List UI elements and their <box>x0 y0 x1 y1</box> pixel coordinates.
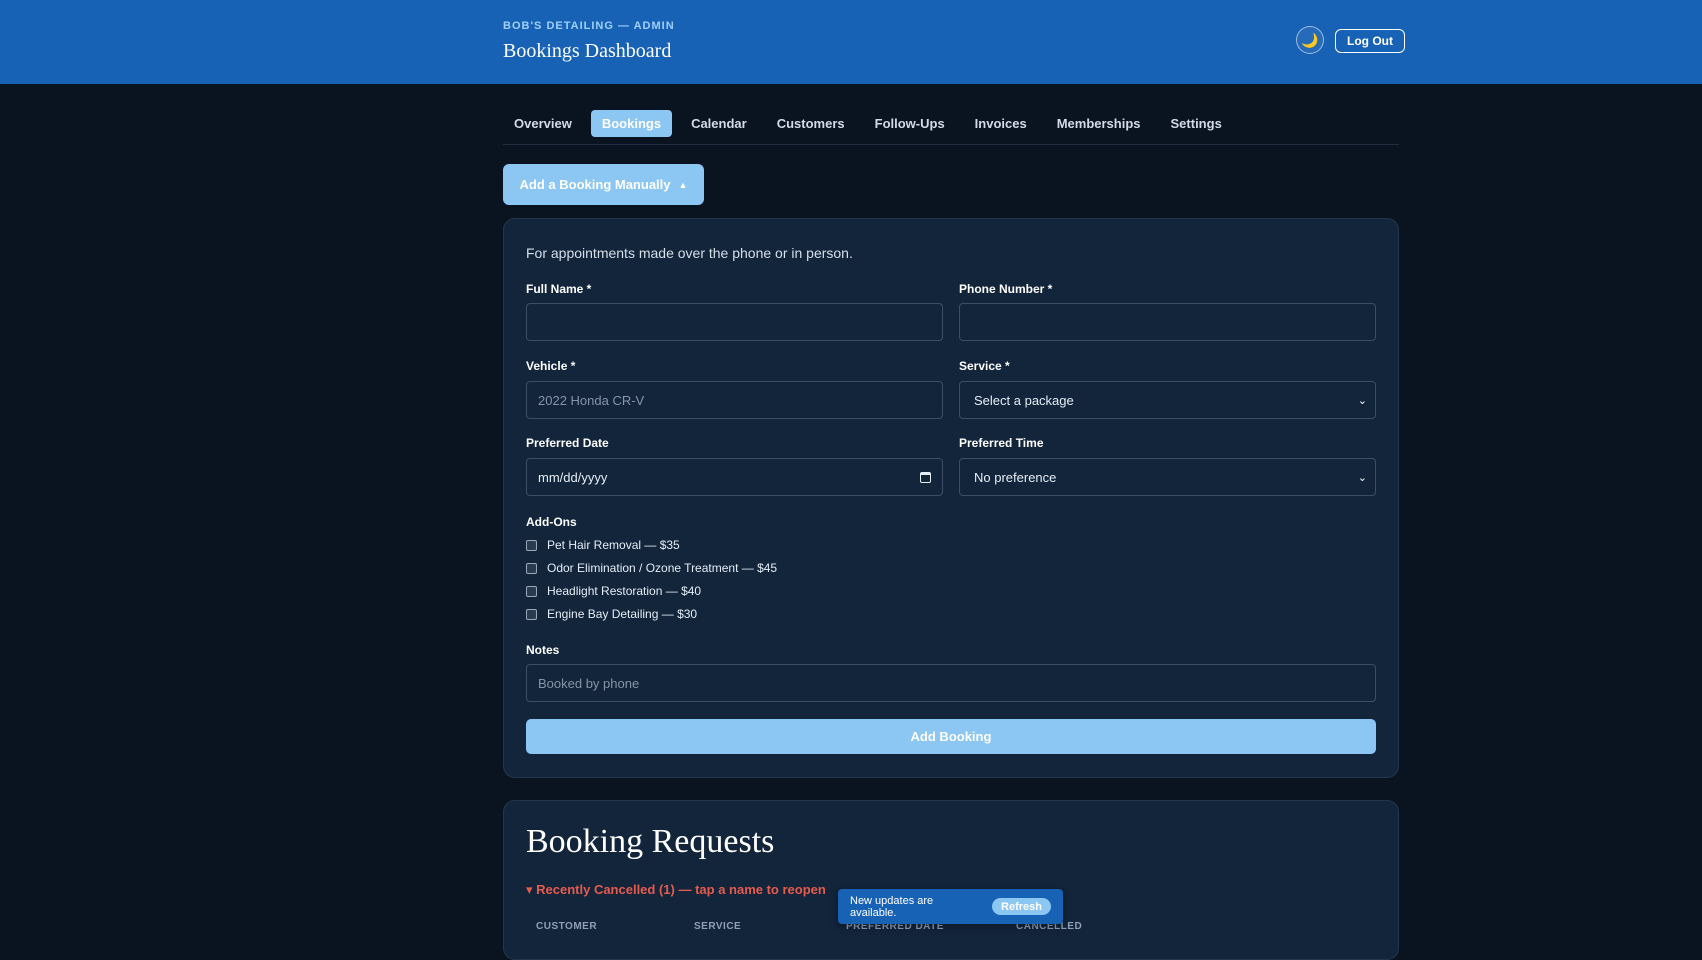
phone-number-label: Phone Number * <box>959 282 1053 296</box>
addon-label: Odor Elimination / Ozone Treatment — $45 <box>547 561 778 575</box>
calendar-icon[interactable] <box>920 471 931 483</box>
tab-memberships[interactable]: Memberships <box>1046 110 1152 137</box>
addon-label: Engine Bay Detailing — $30 <box>547 607 698 621</box>
tab-overview[interactable]: Overview <box>503 110 583 137</box>
service-select[interactable]: Select a package ⌄ <box>959 381 1376 419</box>
caret-up-icon: ▲ <box>678 179 688 190</box>
date-placeholder: mm/dd/yyyy <box>538 469 608 485</box>
checkbox[interactable] <box>526 539 537 551</box>
addon-odor-elimination[interactable]: Odor Elimination / Ozone Treatment — $45 <box>526 561 777 575</box>
recently-cancelled-toggle[interactable]: ▾ Recently Cancelled (1) — tap a name to… <box>526 882 826 898</box>
column-header-service: SERVICE <box>694 921 742 932</box>
service-selected-value: Select a package <box>974 392 1074 408</box>
preferred-time-label: Preferred Time <box>959 436 1044 450</box>
moon-icon: 🌙 <box>1301 31 1319 48</box>
refresh-button[interactable]: Refresh <box>992 898 1051 915</box>
chevron-down-icon: ⌄ <box>1357 394 1367 407</box>
service-label: Service * <box>959 359 1010 373</box>
full-name-input[interactable] <box>526 303 943 341</box>
tab-settings[interactable]: Settings <box>1160 110 1233 137</box>
form-intro: For appointments made over the phone or … <box>526 245 853 261</box>
phone-number-input[interactable] <box>959 303 1376 341</box>
toast-message: New updates are available. <box>850 894 934 919</box>
tab-follow-ups[interactable]: Follow-Ups <box>864 110 956 137</box>
preferred-time-select[interactable]: No preference ⌄ <box>959 458 1376 496</box>
add-ons-label: Add-Ons <box>526 515 577 529</box>
update-toast: New updates are available. Refresh <box>838 889 1063 924</box>
page-title: Bookings Dashboard <box>503 40 672 62</box>
manual-booking-form: For appointments made over the phone or … <box>503 218 1399 778</box>
chevron-down-icon: ⌄ <box>1357 471 1367 484</box>
vehicle-input[interactable] <box>526 381 943 419</box>
addon-label: Pet Hair Removal — $35 <box>547 538 680 552</box>
tab-bar: Overview Bookings Calendar Customers Fol… <box>503 110 1399 145</box>
column-header-customer: CUSTOMER <box>536 921 598 932</box>
tab-bookings[interactable]: Bookings <box>590 110 673 137</box>
tab-calendar[interactable]: Calendar <box>680 110 758 137</box>
logout-button[interactable]: Log Out <box>1335 29 1405 53</box>
preferred-date-input[interactable]: mm/dd/yyyy <box>526 458 943 496</box>
add-booking-manually-toggle[interactable]: Add a Booking Manually ▲ <box>503 164 704 205</box>
app-header: BOB'S DETAILING — ADMIN Bookings Dashboa… <box>0 0 1702 84</box>
checkbox[interactable] <box>526 608 537 620</box>
tab-customers[interactable]: Customers <box>766 110 856 137</box>
addon-engine-bay-detailing[interactable]: Engine Bay Detailing — $30 <box>526 607 697 621</box>
addon-label: Headlight Restoration — $40 <box>547 584 702 598</box>
tab-invoices[interactable]: Invoices <box>964 110 1038 137</box>
booking-requests-title: Booking Requests <box>526 823 775 860</box>
brand-kicker: BOB'S DETAILING — ADMIN <box>503 20 675 32</box>
notes-input[interactable] <box>526 664 1376 702</box>
checkbox[interactable] <box>526 585 537 597</box>
vehicle-label: Vehicle * <box>526 359 576 373</box>
theme-toggle-button[interactable]: 🌙 <box>1296 26 1324 54</box>
toggle-label: Add a Booking Manually <box>519 177 671 192</box>
add-booking-button[interactable]: Add Booking <box>526 719 1376 754</box>
booking-requests-section: Booking Requests ▾ Recently Cancelled (1… <box>503 800 1399 960</box>
checkbox[interactable] <box>526 562 537 574</box>
full-name-label: Full Name * <box>526 282 592 296</box>
addon-pet-hair-removal[interactable]: Pet Hair Removal — $35 <box>526 538 680 552</box>
preferred-date-label: Preferred Date <box>526 436 609 450</box>
time-selected-value: No preference <box>974 469 1057 485</box>
addon-headlight-restoration[interactable]: Headlight Restoration — $40 <box>526 584 701 598</box>
notes-label: Notes <box>526 643 560 657</box>
